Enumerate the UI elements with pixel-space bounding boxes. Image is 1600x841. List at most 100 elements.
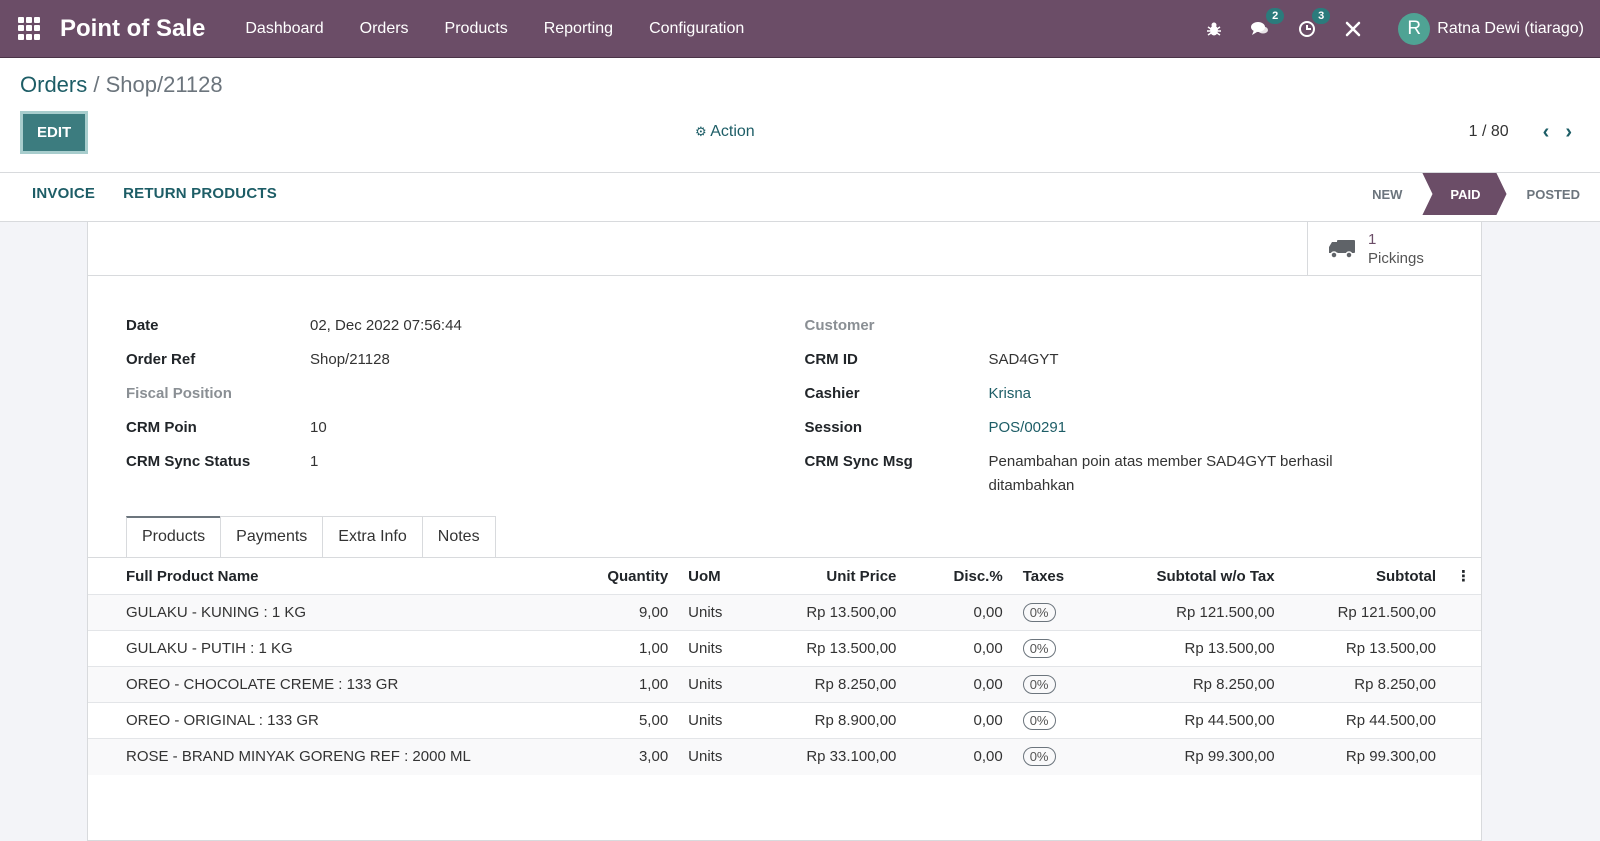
field-crm-poin: CRM Poin 10 — [126, 419, 765, 454]
table-header-row: Full Product Name Quantity UoM Unit Pric… — [88, 558, 1481, 595]
cell-subtotal: Rp 99.300,00 — [1284, 738, 1446, 775]
cell-unit-price: Rp 8.900,00 — [752, 702, 919, 739]
field-value: 1 — [310, 453, 319, 470]
order-fields: Date 02, Dec 2022 07:56:44 Order Ref Sho… — [88, 276, 1481, 498]
tab-notes[interactable]: Notes — [421, 516, 496, 557]
tab-extra-info[interactable]: Extra Info — [322, 516, 423, 557]
cell-taxes: 0% — [1012, 594, 1097, 631]
cell-spacer — [1446, 594, 1481, 631]
menu-configuration[interactable]: Configuration — [649, 20, 744, 38]
col-quantity[interactable]: Quantity — [568, 558, 679, 595]
user-name: Ratna Dewi (tiarago) — [1437, 19, 1584, 37]
cell-product-name: GULAKU - PUTIH : 1 KG — [88, 630, 568, 667]
field-label: Order Ref — [126, 351, 196, 368]
debug-bug-icon[interactable] — [1206, 21, 1222, 37]
cell-unit-price: Rp 8.250,00 — [752, 666, 919, 703]
stage-posted[interactable]: POSTED — [1507, 173, 1600, 215]
cell-unit-price: Rp 13.500,00 — [752, 630, 919, 667]
field-value — [989, 314, 1444, 352]
field-label: CRM Sync Status — [126, 453, 251, 470]
cell-spacer — [1446, 738, 1481, 775]
cell-subtotal-wo-tax: Rp 121.500,00 — [1096, 594, 1285, 631]
table-row[interactable]: OREO - CHOCOLATE CREME : 133 GR 1,00 Units… — [88, 666, 1481, 703]
table-row[interactable]: GULAKU - PUTIH : 1 KG 1,00 Units Rp 13.500,… — [88, 630, 1481, 667]
col-subtotal-wo-tax[interactable]: Subtotal w/o Tax — [1096, 558, 1285, 595]
cell-subtotal-wo-tax: Rp 8.250,00 — [1096, 666, 1285, 703]
messages-badge: 2 — [1266, 7, 1285, 24]
field-order-ref: Order Ref Shop/21128 — [126, 351, 765, 386]
status-bar: INVOICE RETURN PRODUCTS NEW PAID POSTED — [0, 172, 1600, 215]
pager-next-icon[interactable]: › — [1565, 121, 1572, 144]
field-value: 10 — [310, 419, 327, 436]
pager-value[interactable]: 1 / 80 — [1469, 123, 1509, 141]
field-customer: Customer — [805, 318, 1444, 352]
field-crm-sync-status: CRM Sync Status 1 — [126, 453, 765, 488]
messages-icon[interactable]: 2 — [1250, 7, 1285, 38]
col-taxes[interactable]: Taxes — [1012, 558, 1097, 595]
breadcrumb-current: Shop/21128 — [105, 72, 223, 97]
fields-left: Date 02, Dec 2022 07:56:44 Order Ref Sho… — [126, 317, 765, 498]
apps-menu-icon[interactable] — [18, 16, 42, 41]
col-subtotal[interactable]: Subtotal — [1284, 558, 1446, 595]
cell-product-name: GULAKU - KUNING : 1 KG — [88, 594, 568, 631]
breadcrumb-orders-link[interactable]: Orders — [20, 72, 87, 97]
table-row[interactable]: GULAKU - KUNING : 1 KG 9,00 Units Rp 13.500… — [88, 594, 1481, 631]
col-discount[interactable]: Disc.% — [918, 558, 1013, 595]
edit-button[interactable]: EDIT — [20, 110, 89, 154]
menu-dashboard[interactable]: Dashboard — [245, 20, 323, 38]
tax-badge: 0% — [1022, 711, 1056, 730]
field-cashier: Cashier Krisna — [804, 385, 1444, 420]
cell-subtotal: Rp 44.500,00 — [1284, 702, 1446, 739]
cell-uom: Units — [678, 702, 753, 739]
pager-previous-icon[interactable]: ‹ — [1543, 121, 1550, 144]
cell-subtotal-wo-tax: Rp 44.500,00 — [1096, 702, 1285, 739]
pickings-smart-button[interactable]: 1 Pickings — [1307, 222, 1481, 275]
action-menu-button[interactable]: ⚙ Action — [695, 123, 755, 141]
cell-quantity: 1,00 — [568, 630, 679, 667]
menu-reporting[interactable]: Reporting — [544, 20, 613, 38]
field-label: Cashier — [804, 385, 860, 402]
activities-clock-icon[interactable]: 3 — [1298, 7, 1331, 38]
top-navbar: Point of Sale Dashboard Orders Products … — [0, 0, 1600, 58]
col-uom[interactable]: UoM — [678, 558, 753, 595]
tools-icon[interactable] — [1344, 20, 1362, 38]
pager: 1 / 80 ‹ › — [1469, 121, 1580, 144]
menu-products[interactable]: Products — [445, 20, 508, 38]
optional-columns-kebab-icon[interactable]: ⋮ — [1446, 558, 1481, 595]
field-value: 02, Dec 2022 07:56:44 — [310, 317, 462, 334]
cell-quantity: 1,00 — [568, 666, 679, 703]
cell-discount: 0,00 — [918, 594, 1013, 631]
cell-discount: 0,00 — [918, 702, 1013, 739]
control-panel: Orders / Shop/21128 EDIT ⚙ Action 1 / 80… — [0, 58, 1600, 222]
invoice-button[interactable]: INVOICE — [32, 185, 95, 202]
stage-paid[interactable]: PAID — [1422, 173, 1507, 215]
cell-product-name: ROSE - BRAND MINYAK GORENG REF : 2000 ML — [88, 738, 568, 775]
tab-payments[interactable]: Payments — [220, 516, 324, 557]
table-row[interactable]: ROSE - BRAND MINYAK GORENG REF : 2000 ML… — [88, 738, 1481, 775]
systray: 2 3 R Ratna Dewi (tiarago) — [1192, 0, 1600, 57]
cell-uom: Units — [678, 594, 753, 631]
cashier-link[interactable]: Krisna — [989, 382, 1444, 420]
cell-discount: 0,00 — [918, 666, 1013, 703]
table-row[interactable]: OREO - ORIGINAL : 133 GR 5,00 Units Rp 8.90… — [88, 702, 1481, 739]
field-label: CRM Sync Msg — [804, 453, 913, 470]
stage-new[interactable]: NEW — [1352, 173, 1422, 215]
pickings-count: 1 — [1368, 230, 1377, 248]
field-value: Penambahan poin atas member SAD4GYT berh… — [988, 453, 1333, 494]
cell-subtotal: Rp 121.500,00 — [1284, 594, 1446, 631]
session-link[interactable]: POS/00291 — [989, 416, 1444, 454]
col-unit-price[interactable]: Unit Price — [752, 558, 919, 595]
menu-orders[interactable]: Orders — [360, 20, 409, 38]
field-label: Session — [804, 419, 863, 436]
cell-spacer — [1446, 666, 1481, 703]
app-title[interactable]: Point of Sale — [60, 15, 205, 43]
tab-products[interactable]: Products — [126, 516, 222, 557]
cell-subtotal-wo-tax: Rp 99.300,00 — [1096, 738, 1285, 775]
user-menu[interactable]: R Ratna Dewi (tiarago) — [1398, 12, 1584, 45]
fields-right: Customer CRM ID SAD4GYT Cashier Krisna S… — [765, 318, 1444, 498]
field-fiscal-position: Fiscal Position — [126, 386, 765, 420]
return-products-button[interactable]: RETURN PRODUCTS — [123, 185, 277, 202]
col-product-name[interactable]: Full Product Name — [88, 558, 568, 595]
activities-badge: 3 — [1312, 7, 1331, 24]
gear-icon: ⚙ — [695, 124, 707, 139]
